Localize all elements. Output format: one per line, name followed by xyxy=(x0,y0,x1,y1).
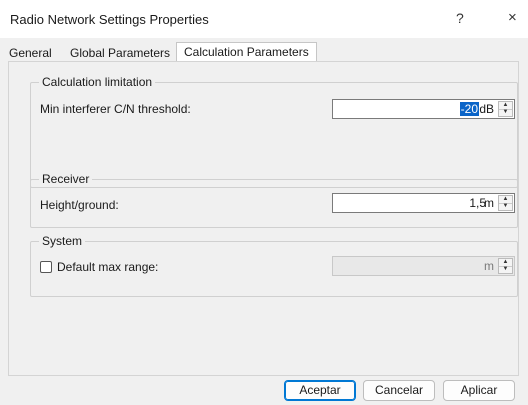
min-interferer-label: Min interferer C/N threshold: xyxy=(40,102,191,116)
min-interferer-input[interactable]: -20 dB ▲ ▼ xyxy=(332,99,515,119)
tab-global-parameters[interactable]: Global Parameters xyxy=(66,45,174,62)
tab-general[interactable]: General xyxy=(5,45,56,62)
title-bar: Radio Network Settings Properties ? × xyxy=(0,0,528,38)
spinner-down-icon[interactable]: ▼ xyxy=(499,109,512,116)
cancelar-button[interactable]: Cancelar xyxy=(363,380,435,401)
height-ground-label: Height/ground: xyxy=(40,198,119,212)
unit-m-disabled: m xyxy=(484,259,494,273)
default-max-range-checkbox[interactable] xyxy=(40,261,52,273)
unit-m: m xyxy=(484,196,494,210)
group-label-system: System xyxy=(39,234,86,248)
spinner-down-icon[interactable]: ▼ xyxy=(499,266,512,273)
help-icon[interactable]: ? xyxy=(456,10,464,26)
default-max-range-input[interactable]: m ▲ ▼ xyxy=(332,256,515,276)
close-icon[interactable]: × xyxy=(508,9,517,26)
system-group: System Default max range: m ▲ ▼ xyxy=(30,234,518,297)
window-title: Radio Network Settings Properties xyxy=(10,12,209,27)
aceptar-button[interactable]: Aceptar xyxy=(284,380,356,401)
default-max-range-label: Default max range: xyxy=(57,260,159,274)
group-label-receiver: Receiver xyxy=(39,172,93,186)
min-interferer-value: -20 xyxy=(459,102,479,116)
unit-db: dB xyxy=(479,102,494,116)
default-max-range-spinner[interactable]: ▲ ▼ xyxy=(498,258,513,274)
aplicar-button[interactable]: Aplicar xyxy=(443,380,515,401)
min-interferer-spinner[interactable]: ▲ ▼ xyxy=(498,101,513,117)
calculation-limitation-group: Calculation limitation Min interferer C/… xyxy=(30,75,518,188)
receiver-group: Receiver Height/ground: 1,5 m ▲ ▼ xyxy=(30,172,518,228)
tab-strip: General Global Parameters Calculation Pa… xyxy=(0,38,528,64)
height-ground-spinner[interactable]: ▲ ▼ xyxy=(498,195,513,211)
spinner-down-icon[interactable]: ▼ xyxy=(499,203,512,210)
group-label-calculation: Calculation limitation xyxy=(39,75,156,89)
height-ground-input[interactable]: 1,5 m ▲ ▼ xyxy=(332,193,515,213)
